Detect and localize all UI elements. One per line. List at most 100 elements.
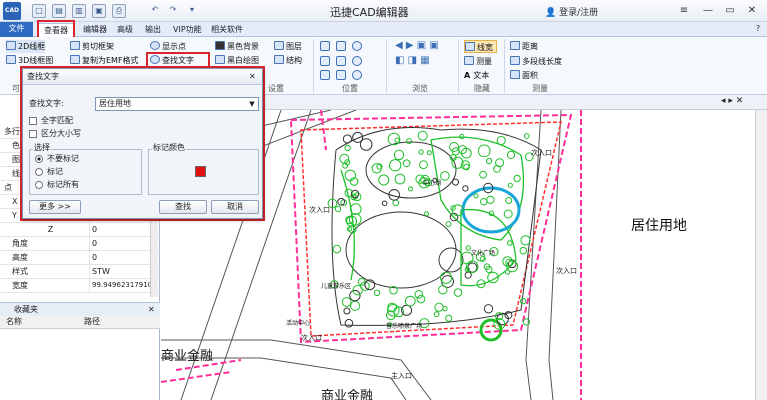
tree-symbol [438, 285, 448, 295]
favorites-columns: 名称 路径 [0, 316, 160, 329]
saveas-icon[interactable]: ▣ [92, 4, 106, 18]
property-row[interactable]: 宽度 99.94962317910 [0, 279, 160, 293]
tree-symbol [389, 159, 402, 172]
tree-symbol [445, 221, 452, 228]
tree-symbol [344, 318, 354, 328]
zoom-real-icon[interactable] [352, 70, 362, 80]
minimize-button[interactable]: — [698, 3, 718, 19]
close-icon[interactable]: ✕ [148, 303, 155, 316]
zoom-previous-icon[interactable] [336, 56, 346, 66]
app-logo: CAD [3, 2, 21, 20]
chevron-down-icon[interactable]: ▼ [247, 98, 257, 110]
black-white-icon [215, 55, 225, 64]
tree-symbol [480, 198, 488, 206]
group-label-position: 位置 [342, 84, 358, 93]
tab-file[interactable]: 文件 [0, 22, 33, 37]
fountain [438, 247, 464, 273]
property-row[interactable]: 角度 0 [0, 237, 160, 251]
maximize-button[interactable]: ▭ [720, 3, 740, 19]
menu-icon[interactable]: ≡ [674, 3, 694, 19]
property-value: STW [92, 267, 110, 276]
save-icon[interactable]: ▥ [72, 4, 86, 18]
radio-no-mark[interactable] [35, 155, 43, 163]
find-text-input[interactable]: 居住用地 ▼ [95, 97, 259, 111]
ribbon-separator [504, 39, 505, 93]
tree-symbol [519, 246, 528, 255]
layers-button[interactable]: 图层 [274, 40, 302, 53]
tree-symbol [513, 174, 521, 183]
dropdown-icon[interactable]: ▾ [185, 4, 199, 18]
radio-mark-all[interactable] [35, 181, 43, 189]
rotate-icon[interactable] [320, 70, 330, 80]
measure-hide-button[interactable]: 测量 [464, 55, 492, 68]
nav-pages-icon[interactable]: ◧ ◨ ▦ [395, 55, 430, 66]
column-path[interactable]: 路径 [84, 316, 100, 328]
text-hide-button[interactable]: A 文本 [464, 69, 489, 82]
tab-vip[interactable]: VIP功能 [168, 23, 207, 37]
tab-advanced[interactable]: 高级 [112, 23, 138, 37]
redo-icon[interactable]: ↷ [166, 4, 180, 18]
canvas-window-controls[interactable]: ◂ ▸ ✕ [721, 96, 743, 106]
cancel-button[interactable]: 取消 [211, 200, 259, 214]
distance-button[interactable]: 距离 [510, 40, 538, 53]
canvas-scrollbar[interactable] [755, 110, 767, 400]
wireframe-2d-button[interactable]: 2D线框 [6, 40, 46, 53]
tab-output[interactable]: 输出 [140, 23, 166, 37]
title-bar: CAD □ ▤ ▥ ▣ ⎙ ↶ ↷ ▾ 迅捷CAD编辑器 👤 登录/注册 ≡ —… [0, 0, 767, 22]
show-points-icon [150, 41, 160, 50]
orbit-icon[interactable] [336, 70, 346, 80]
clip-frame-button[interactable]: 剪切框架 [70, 40, 114, 53]
mark-color-swatch[interactable] [195, 166, 206, 177]
find-button[interactable]: 查找 [159, 200, 207, 214]
zoom-window-icon[interactable] [336, 41, 346, 51]
tree-symbol [520, 235, 531, 246]
match-whole-checkbox[interactable] [29, 117, 37, 125]
tree-symbol [406, 138, 412, 145]
property-row[interactable]: 高度 0 [0, 251, 160, 265]
ribbon-separator [313, 39, 314, 93]
login-link[interactable]: 👤 登录/注册 [545, 5, 598, 18]
dialog-title: 查找文字 [27, 72, 59, 81]
tree-symbol [350, 203, 362, 215]
property-row[interactable]: 样式 STW [0, 265, 160, 279]
match-case-label: 区分大小写 [41, 129, 81, 138]
help-icon[interactable]: ? [748, 22, 767, 36]
linewidth-icon [465, 42, 475, 51]
clip-frame-icon [70, 41, 80, 50]
new-icon[interactable]: □ [32, 4, 46, 18]
more-button[interactable]: 更多 >> [29, 200, 81, 214]
zoom-extents-icon[interactable] [320, 41, 330, 51]
pan-icon[interactable] [320, 56, 330, 66]
tree-symbol [394, 173, 406, 185]
tab-related[interactable]: 相关软件 [206, 23, 248, 37]
close-button[interactable]: ✕ [742, 3, 762, 19]
match-case-checkbox[interactable] [29, 130, 37, 138]
property-key: Z [12, 223, 90, 236]
black-background-button[interactable]: 黑色背景 [215, 40, 259, 53]
nav-arrows-icon[interactable]: ◀ ▶ ▣ ▣ [395, 40, 439, 51]
undo-icon[interactable]: ↶ [148, 4, 162, 18]
tree-symbol [417, 130, 428, 141]
polyline-length-button[interactable]: 多段线长度 [510, 55, 562, 68]
structure-button[interactable]: 结构 [274, 54, 302, 67]
tree-symbol [416, 294, 426, 304]
dialog-titlebar[interactable]: 查找文字 ✕ [23, 69, 262, 85]
tree-symbol [349, 289, 361, 302]
column-name[interactable]: 名称 [6, 316, 22, 328]
property-row[interactable]: Z0 [0, 223, 160, 237]
group-label-view: 可 [12, 84, 20, 93]
zoom-out-icon[interactable] [352, 56, 362, 66]
area-button[interactable]: 面积 [510, 69, 538, 82]
linewidth-button[interactable]: 线宽 [464, 40, 497, 53]
tree-symbol [477, 144, 491, 158]
print-icon[interactable]: ⎙ [112, 4, 126, 18]
tree-symbol [414, 290, 424, 299]
tab-editor[interactable]: 编辑器 [78, 23, 112, 37]
radio-mark[interactable] [35, 168, 43, 176]
favorites-header: 收藏夹 ✕ [0, 302, 160, 316]
tree-symbol [424, 211, 430, 217]
find-label: 查找文字: [29, 99, 64, 108]
close-icon[interactable]: ✕ [249, 69, 256, 85]
zoom-in-icon[interactable] [352, 41, 362, 51]
open-icon[interactable]: ▤ [52, 4, 66, 18]
